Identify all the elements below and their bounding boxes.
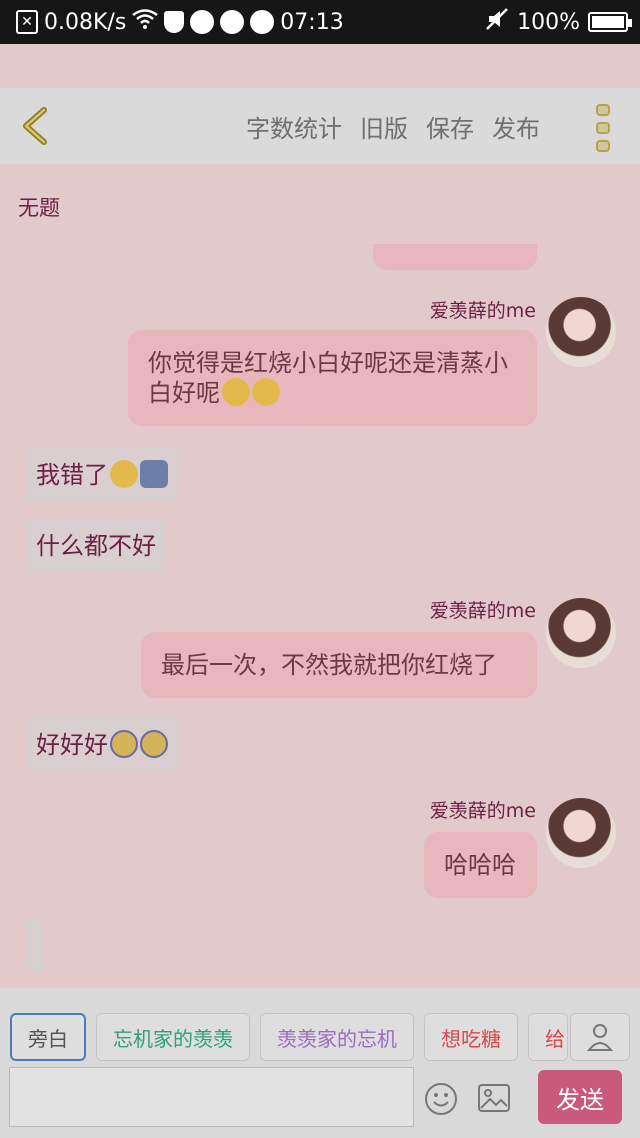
muted-icon — [485, 7, 509, 37]
word-count-button[interactable]: 字数统计 — [246, 109, 342, 144]
message-text: 哈哈哈 — [444, 851, 516, 879]
role-tag-list: 旁白 忘机家的羡羡 羡羡家的忘机 想吃糖 给 — [10, 1013, 568, 1061]
message-bubble-right: 最后一次，不然我就把你红烧了 — [141, 632, 537, 698]
clock: 07:13 — [280, 9, 344, 35]
battery-icon — [588, 12, 632, 32]
message-bubble-left: 好好好 — [26, 718, 178, 772]
back-button[interactable] — [16, 106, 56, 146]
image-button[interactable] — [478, 1084, 510, 1112]
sender-name: 爱羡薛的me — [429, 300, 536, 322]
message-input[interactable] — [9, 1067, 414, 1127]
old-version-button[interactable]: 旧版 — [360, 109, 408, 144]
wifi-icon — [132, 9, 159, 35]
notification-icon: ✕ — [16, 10, 38, 34]
avatar[interactable] — [546, 297, 616, 367]
more-menu-button[interactable] — [596, 104, 612, 152]
status-bar: ✕ 0.08K/s 07:13 100% — [0, 0, 640, 44]
toolbar: 字数统计 旧版 保存 发布 — [0, 88, 640, 164]
app-notification-icon — [220, 10, 245, 34]
message-text: 我错了 — [36, 461, 108, 489]
screaming-emoji-icon — [110, 730, 138, 758]
chevron-left-icon — [23, 107, 47, 145]
pensive-emoji-icon — [110, 460, 138, 488]
more-dot-icon — [596, 104, 610, 116]
message-text: 什么都不好 — [36, 532, 156, 560]
publish-button[interactable]: 发布 — [492, 109, 540, 144]
tag-label: 给 — [545, 1026, 565, 1051]
smiling-emoji-icon — [222, 378, 250, 406]
role-tag[interactable]: 给 — [528, 1013, 568, 1061]
partial-message-bubble — [26, 920, 44, 972]
message-bubble-right: 你觉得是红烧小白好呢还是清蒸小白好呢 — [128, 330, 537, 426]
network-speed: 0.08K/s — [44, 9, 127, 35]
praying-hands-emoji-icon — [140, 460, 168, 488]
role-tag[interactable]: 羡羡家的忘机 — [260, 1013, 414, 1061]
more-dot-icon — [596, 122, 610, 134]
save-button[interactable]: 保存 — [426, 109, 474, 144]
screaming-emoji-icon — [140, 730, 168, 758]
sender-name: 爱羡薛的me — [429, 800, 536, 822]
profile-button[interactable] — [570, 1013, 630, 1061]
emoji-button[interactable] — [424, 1082, 458, 1116]
smiling-emoji-icon — [252, 378, 280, 406]
image-icon — [478, 1084, 510, 1112]
tag-label: 想吃糖 — [441, 1026, 501, 1051]
app-notification-icon — [250, 10, 275, 34]
message-text: 最后一次，不然我就把你红烧了 — [161, 651, 497, 679]
smile-icon — [425, 1083, 457, 1115]
message-bubble-left: 我错了 — [26, 448, 178, 502]
sender-name: 爱羡薛的me — [429, 600, 536, 622]
role-tag[interactable]: 忘机家的羡羡 — [96, 1013, 250, 1061]
role-tag-narrator[interactable]: 旁白 — [10, 1013, 86, 1061]
send-button[interactable]: 发送 — [538, 1070, 622, 1124]
composer-panel: 旁白 忘机家的羡羡 羡羡家的忘机 想吃糖 给 发送 — [0, 988, 640, 1138]
tag-label: 羡羡家的忘机 — [277, 1026, 397, 1051]
avatar[interactable] — [546, 798, 616, 868]
message-text: 你觉得是红烧小白好呢还是清蒸小白好呢 — [148, 349, 508, 407]
shield-icon — [164, 11, 185, 33]
message-text: 好好好 — [36, 731, 108, 759]
more-dot-icon — [596, 140, 610, 152]
app-notification-icon — [190, 10, 215, 34]
avatar[interactable] — [546, 598, 616, 668]
tag-label: 旁白 — [28, 1026, 68, 1051]
user-icon — [587, 1024, 613, 1051]
partial-message-bubble — [373, 244, 537, 270]
role-tag[interactable]: 想吃糖 — [424, 1013, 518, 1061]
topic-title: 无题 — [18, 196, 60, 220]
tag-label: 忘机家的羡羡 — [113, 1026, 233, 1051]
battery-level: 100% — [517, 9, 580, 35]
message-bubble-right: 哈哈哈 — [424, 832, 537, 898]
message-bubble-left: 什么都不好 — [26, 519, 166, 573]
